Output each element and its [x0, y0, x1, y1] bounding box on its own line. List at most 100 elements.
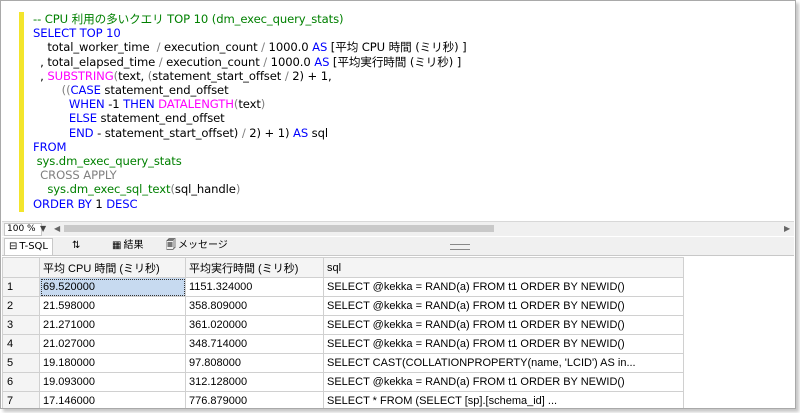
code-token: 1000.0	[264, 40, 313, 55]
code-line[interactable]: FROM	[33, 140, 467, 154]
code-line[interactable]: SELECT TOP 10	[33, 26, 467, 40]
code-token: [平均実行時間 (ミリ秒) ]	[329, 54, 462, 69]
sql-code[interactable]: -- CPU 利用の多いクエリ TOP 10 (dm_exec_query_st…	[33, 12, 467, 211]
code-token: ((	[33, 83, 71, 98]
tab-icon: ▦	[112, 240, 122, 251]
code-token: sys.dm_exec_query_stats	[33, 154, 182, 169]
table-row[interactable]: 1 69.520000 1151.324000 SELECT @kekka = RAN…	[2, 277, 684, 297]
row-number: 7	[2, 391, 40, 408]
table-cell[interactable]: 21.027000	[39, 334, 186, 354]
table-cell[interactable]: SELECT @kekka = RAND(a) FROM t1 ORDER BY…	[323, 296, 684, 316]
table-cell[interactable]: 19.180000	[39, 353, 186, 373]
changed-lines-marker	[19, 12, 24, 212]
column-header[interactable]: 平均 CPU 時間 (ミリ秒)	[39, 257, 186, 278]
table-cell[interactable]: 69.520000	[39, 277, 186, 297]
code-token: execution_count	[162, 54, 264, 69]
table-cell[interactable]: 776.879000	[185, 391, 324, 408]
code-token: 1	[91, 196, 107, 211]
code-token: text	[238, 97, 261, 112]
code-line[interactable]: WHEN -1 THEN DATALENGTH(text)	[33, 97, 467, 111]
table-row[interactable]: 5 19.180000 97.808000 SELECT CAST(COLLATION…	[2, 353, 684, 373]
query-editor[interactable]: -- CPU 利用の多いクエリ TOP 10 (dm_exec_query_st…	[2, 2, 794, 220]
code-token: -- CPU 利用の多いクエリ TOP 10 (dm_exec_query_st…	[33, 12, 344, 26]
editor-status-row: 100 % ▼ ◀ ▶	[2, 221, 794, 236]
code-token: 1000.0	[267, 54, 315, 69]
table-row[interactable]: 2 21.598000 358.809000 SELECT @kekka = RAND…	[2, 296, 684, 316]
scroll-left-icon[interactable]: ◀	[54, 224, 60, 233]
tab-2[interactable]: ▦ 結果	[108, 238, 147, 254]
table-cell[interactable]: 21.271000	[39, 315, 186, 335]
table-cell[interactable]: SELECT @kekka = RAND(a) FROM t1 ORDER BY…	[323, 277, 684, 297]
code-token: CASE	[70, 83, 101, 98]
table-cell[interactable]: SELECT @kekka = RAND(a) FROM t1 ORDER BY…	[323, 334, 684, 354]
zoom-level-select[interactable]: 100 %	[4, 223, 42, 236]
code-line[interactable]: total_worker_time / execution_count / 10…	[33, 40, 467, 55]
scroll-right-icon[interactable]: ▶	[784, 224, 790, 233]
code-token: DESC	[106, 196, 138, 211]
code-line[interactable]: END - statement_start_offset) / 2) + 1) …	[33, 126, 467, 140]
code-line[interactable]: sys.dm_exec_sql_text(sql_handle)	[33, 182, 467, 196]
table-cell[interactable]: 19.093000	[39, 372, 186, 392]
row-number-header	[2, 257, 40, 278]
tab-3[interactable]: 🗐 メッセージ	[162, 238, 232, 254]
table-row[interactable]: 6 19.093000 312.128000 SELECT @kekka = RAND…	[2, 372, 684, 392]
table-cell[interactable]: SELECT @kekka = RAND(a) FROM t1 ORDER BY…	[323, 372, 684, 392]
table-cell[interactable]: 1151.324000	[185, 277, 324, 297]
table-row[interactable]: 4 21.027000 348.714000 SELECT @kekka = RAND…	[2, 334, 684, 354]
chevron-down-icon[interactable]: ▼	[40, 224, 46, 233]
code-token: - statement_start_offset)	[93, 125, 242, 140]
table-cell[interactable]: 348.714000	[185, 334, 324, 354]
code-token: CROSS APPLY	[40, 168, 117, 183]
tab-icon: 🗐	[166, 240, 176, 251]
code-token: sql_handle	[174, 182, 236, 197]
table-cell[interactable]: 21.598000	[39, 296, 186, 316]
code-line[interactable]: CROSS APPLY	[33, 168, 467, 182]
code-token: ,	[33, 68, 48, 83]
row-number: 3	[2, 315, 40, 335]
table-row[interactable]: 7 17.146000 776.879000 SELECT * FROM (SELEC…	[2, 391, 684, 408]
table-cell[interactable]: SELECT @kekka = RAND(a) FROM t1 ORDER BY…	[323, 315, 684, 335]
column-header[interactable]: sql	[323, 257, 684, 278]
code-token: )	[235, 182, 241, 197]
results-tabs: ⊟ T-SQL ⇅ ▦ 結果 🗐 メッセージ	[2, 237, 794, 256]
code-token: statement_end_offset	[96, 111, 225, 126]
code-token: total_worker_time	[33, 40, 157, 55]
row-number: 2	[2, 296, 40, 316]
row-number: 6	[2, 372, 40, 392]
code-token: AS	[312, 40, 328, 55]
code-token: THEN	[123, 97, 155, 112]
row-number: 4	[2, 334, 40, 354]
code-line[interactable]: , SUBSTRING(text, (statement_start_offse…	[33, 69, 467, 83]
code-line[interactable]: ELSE statement_end_offset	[33, 111, 467, 125]
code-line[interactable]: -- CPU 利用の多いクエリ TOP 10 (dm_exec_query_st…	[33, 12, 467, 26]
tab-1[interactable]: ⇅	[68, 238, 86, 254]
table-cell[interactable]: 97.808000	[185, 353, 324, 373]
code-line[interactable]: ((CASE statement_end_offset	[33, 83, 467, 97]
splitter-grip[interactable]	[450, 244, 470, 250]
tab-label: メッセージ	[178, 240, 228, 251]
tab-label: 結果	[123, 240, 144, 251]
table-cell[interactable]: 358.809000	[185, 296, 324, 316]
row-number: 1	[2, 277, 40, 297]
table-cell[interactable]: 17.146000	[39, 391, 186, 408]
table-cell[interactable]: SELECT CAST(COLLATIONPROPERTY(name, 'LCI…	[323, 353, 684, 373]
tab-icon: ⊟	[9, 241, 18, 252]
table-cell[interactable]: 312.128000	[185, 372, 324, 392]
table-cell[interactable]: SELECT * FROM (SELECT [sp].[schema_id] .…	[323, 391, 684, 408]
code-token: 2) + 1,	[288, 68, 332, 83]
horizontal-scrollbar-thumb[interactable]	[64, 225, 494, 232]
tab-icon: ⇅	[72, 240, 81, 251]
table-row[interactable]: 3 21.271000 361.020000 SELECT @kekka = RAND…	[2, 315, 684, 335]
code-token: ORDER BY	[33, 196, 92, 211]
tab-0[interactable]: ⊟ T-SQL	[4, 238, 53, 255]
code-token: sys.dm_exec_sql_text	[33, 182, 171, 197]
code-token: DATALENGTH	[158, 97, 234, 112]
code-token: [平均 CPU 時間 (ミリ秒) ]	[327, 40, 467, 55]
column-header[interactable]: 平均実行時間 (ミリ秒)	[185, 257, 324, 278]
code-line[interactable]: , total_elapsed_time / execution_count /…	[33, 55, 467, 69]
table-cell[interactable]: 361.020000	[185, 315, 324, 335]
code-line[interactable]: ORDER BY 1 DESC	[33, 197, 467, 211]
code-line[interactable]: sys.dm_exec_query_stats	[33, 154, 467, 168]
code-token: WHEN	[33, 97, 105, 112]
results-grid[interactable]: 平均 CPU 時間 (ミリ秒) 平均実行時間 (ミリ秒) sql 1 69.52000…	[2, 257, 794, 408]
